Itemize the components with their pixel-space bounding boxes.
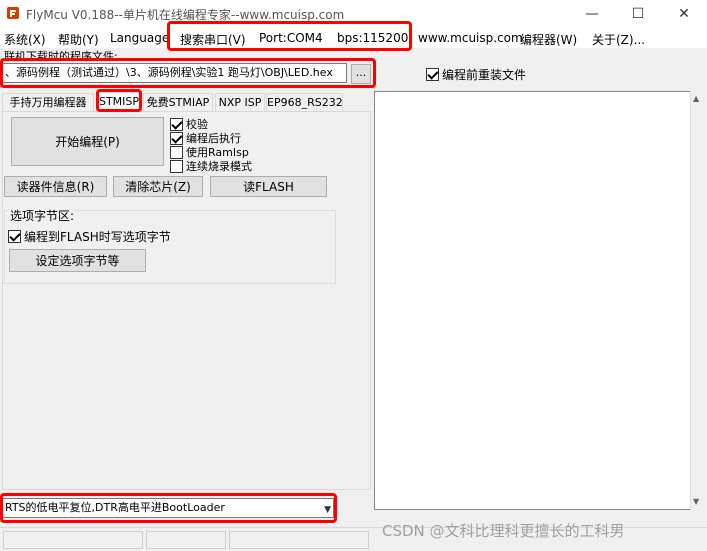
menu-about[interactable]: 关于(Z)...: [592, 31, 645, 48]
menu-website[interactable]: www.mcuisp.com: [418, 31, 523, 45]
tab-nxp-isp[interactable]: NXP ISP: [215, 93, 265, 112]
option-bytes-title: 选项字节区:: [9, 207, 76, 224]
menu-search-port[interactable]: 搜索串口(V): [180, 31, 246, 48]
close-button[interactable]: ✕: [661, 0, 707, 28]
reload-before-program-checkbox[interactable]: 编程前重装文件: [426, 66, 526, 83]
menu-baud-rate[interactable]: bps:115200: [337, 31, 408, 45]
tab-ep968-rs232[interactable]: EP968_RS232: [266, 93, 343, 112]
write-option-bytes-label: 编程到FLASH时写选项字节: [24, 230, 171, 244]
set-option-bytes-button[interactable]: 设定选项字节等: [9, 249, 146, 272]
boot-mode-select[interactable]: RTS的低电平复位,DTR高电平进BootLoader ▼: [2, 498, 334, 518]
checkbox-icon: [426, 68, 439, 81]
scroll-down-icon[interactable]: ▼: [693, 497, 699, 506]
erase-chip-button[interactable]: 清除芯片(Z): [113, 176, 203, 197]
continuous-burn-label: 连续烧录模式: [186, 160, 252, 173]
close-icon: ✕: [678, 6, 690, 22]
read-device-info-button[interactable]: 读器件信息(R): [4, 176, 107, 197]
checkbox-icon: [170, 159, 183, 173]
app-icon: [7, 7, 19, 19]
program-file-path-input[interactable]: 、源码例程（测试通过）\3、源码例程\实验1 跑马灯\OBJ\LED.hex: [2, 63, 347, 83]
checkbox-icon: [170, 117, 183, 131]
chevron-down-icon: ▼: [324, 505, 331, 515]
status-cell: [3, 531, 143, 549]
checkbox-icon: [170, 131, 183, 145]
log-scrollbar[interactable]: [690, 91, 705, 510]
status-cell: [146, 531, 226, 549]
minimize-icon: —: [585, 6, 599, 22]
read-flash-button[interactable]: 读FLASH: [210, 176, 327, 197]
menu-system[interactable]: 系统(X): [4, 31, 46, 48]
watermark: CSDN @文科比理科更擅长的工科男: [382, 522, 625, 540]
tab-handheld-programmer[interactable]: 手持万用编程器: [2, 93, 94, 112]
tab-free-stmiap[interactable]: 免费STMIAP: [143, 93, 213, 112]
browse-button[interactable]: ...: [351, 64, 371, 84]
write-option-bytes-checkbox[interactable]: 编程到FLASH时写选项字节: [8, 228, 171, 245]
reload-before-program-label: 编程前重装文件: [442, 68, 527, 82]
status-cell: [229, 531, 369, 549]
continuous-burn-checkbox[interactable]: 连续烧录模式: [170, 158, 252, 174]
tab-stmisp[interactable]: STMISP: [96, 92, 142, 113]
title-bar: FlyMcu V0.188--单片机在线编程专家--www.mcuisp.com…: [0, 0, 707, 28]
checkbox-icon: [170, 145, 183, 159]
menu-programmer[interactable]: 编程器(W): [520, 31, 577, 48]
menu-port[interactable]: Port:COM4: [259, 31, 323, 45]
output-log[interactable]: [374, 91, 705, 510]
menu-language[interactable]: Language: [110, 31, 169, 45]
checkbox-icon: [8, 230, 21, 243]
minimize-button[interactable]: —: [569, 0, 615, 28]
maximize-icon: ☐: [631, 6, 645, 22]
window-title: FlyMcu V0.188--单片机在线编程专家--www.mcuisp.com: [26, 8, 345, 22]
menu-help[interactable]: 帮助(Y): [58, 31, 99, 48]
start-programming-button[interactable]: 开始编程(P): [11, 117, 164, 166]
boot-mode-value: RTS的低电平复位,DTR高电平进BootLoader: [5, 501, 225, 514]
program-file-label: 联机下载时的程序文件:: [4, 50, 118, 63]
maximize-button[interactable]: ☐: [615, 0, 661, 28]
scroll-up-icon[interactable]: ▲: [693, 94, 699, 103]
menu-bar: 系统(X) 帮助(Y) Language 搜索串口(V) Port:COM4 b…: [0, 28, 707, 48]
